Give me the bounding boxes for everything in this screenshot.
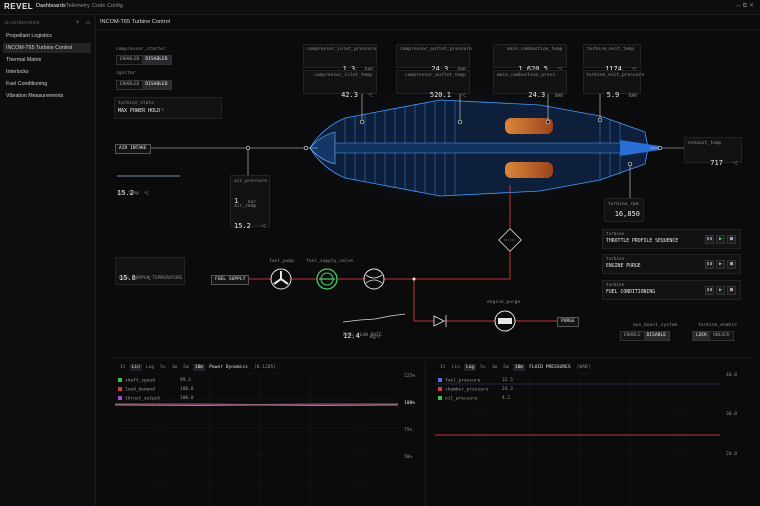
scale-lin[interactable]: Lin	[450, 364, 462, 371]
right-y-tick: 30.0	[726, 412, 738, 417]
left-y-tick: 100%	[404, 401, 416, 406]
scale-lin[interactable]: Lin	[129, 364, 142, 371]
range-5m[interactable]: 5m	[181, 364, 191, 371]
right-chart-tag: [BAR]	[576, 365, 591, 370]
legend-load-demand: load_demand 100.0	[118, 387, 194, 393]
left-y-tick: 75%	[404, 428, 413, 433]
left-y-tick: 50%	[404, 455, 413, 460]
legend-swatch	[438, 378, 442, 382]
range-1t[interactable]: 1t	[438, 364, 448, 371]
range-10m[interactable]: 10m	[192, 364, 206, 371]
legend-swatch	[438, 396, 442, 400]
right-chart-toolbar: 1t Lin Log 5s 1m 5m 10m FLUID PRESSURES …	[438, 364, 592, 371]
range-5s[interactable]: 5s	[478, 364, 488, 371]
legend-chamber-pressure: chamber_pressure 24.3	[438, 387, 513, 393]
legend-oil-pressure: oil_pressure 4.2	[438, 396, 510, 402]
left-chart-tag: [0.1285]	[253, 365, 276, 370]
range-10m[interactable]: 10m	[512, 364, 526, 371]
left-chart-toolbar: 1t Lin Log 5s 1m 5m 10m Power Dynamics […	[118, 364, 278, 371]
legend-thrust-output: thrust_output 100.0	[118, 396, 194, 402]
range-5s[interactable]: 5s	[158, 364, 168, 371]
legend-fuel-pressure: fuel_pressure 32.5	[438, 378, 513, 384]
range-5m[interactable]: 5m	[501, 364, 511, 371]
legend-swatch	[118, 396, 122, 400]
left-y-tick: 125%	[404, 374, 416, 379]
legend-swatch	[438, 387, 442, 391]
range-1t[interactable]: 1t	[118, 364, 128, 371]
left-chart-title: Power Dynamics	[209, 365, 248, 370]
right-y-tick: 20.0	[726, 452, 738, 457]
legend-shaft-speed: shaft_speed 99.2	[118, 378, 191, 384]
legend-swatch	[118, 387, 122, 391]
scale-log[interactable]: Log	[463, 364, 477, 371]
range-1m[interactable]: 1m	[490, 364, 500, 371]
range-1m[interactable]: 1m	[170, 364, 180, 371]
legend-swatch	[118, 378, 122, 382]
right-chart-title: FLUID PRESSURES	[529, 365, 571, 370]
right-y-tick: 40.0	[726, 373, 738, 378]
scale-log[interactable]: Log	[144, 364, 156, 371]
charts-layer	[110, 357, 750, 506]
